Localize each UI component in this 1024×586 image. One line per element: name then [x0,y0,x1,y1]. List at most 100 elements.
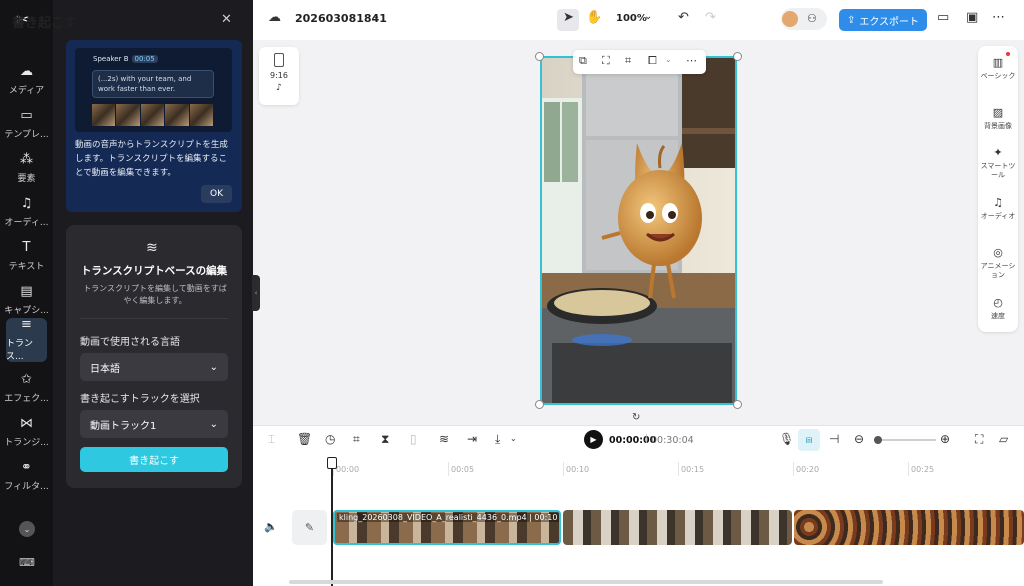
rail-transcript[interactable]: ≡ トランス... [6,318,47,362]
export-button[interactable]: ⇪ エクスポート [839,9,927,31]
undo-icon[interactable]: ↶ [678,10,689,25]
video-clip-1[interactable]: kling_20260308_VIDEO_A_realisti_4436_0.m… [333,510,561,545]
mirror-icon[interactable]: ⧗ [381,432,389,447]
tool-speed[interactable]: ◴ 速度 [978,296,1018,321]
fit-timeline-icon[interactable]: ⛶ [975,432,983,447]
resize-handle[interactable] [733,400,742,409]
video-frame [542,58,735,403]
play-button[interactable]: ▶ [584,430,603,449]
cloud-upload-icon: ☁ [20,63,33,79]
track-label: 書き起こすトラックを選択 [80,394,200,405]
rotate-icon[interactable]: ↻ [632,412,640,423]
hand-icon[interactable]: ✋ [586,10,602,25]
effects-icon: ✩ [21,371,32,387]
crop-icon[interactable]: ⌗ [353,432,360,447]
rail-text[interactable]: T テキスト [0,234,53,278]
tool-animation[interactable]: ◎ アニメーション [978,246,1018,280]
transition-icon: ⋈ [20,415,33,431]
ratio-label: 9:16 [270,71,288,80]
playhead[interactable] [331,460,333,586]
clip-name: kling_20260308_VIDEO_A_realisti_4436_0.m… [337,513,559,522]
rail-template[interactable]: ▭ テンプレ... [0,102,53,146]
freeze-icon[interactable]: ◷ [325,432,335,446]
microphone-icon[interactable]: 🎙 [779,432,794,446]
basic-icon: ▥ [992,56,1004,69]
more-icon[interactable]: ⋯ [686,54,697,67]
filter-icon: ⚭ [21,459,32,475]
horizontal-scrollbar[interactable] [289,580,883,584]
resize-handle[interactable] [535,52,544,61]
reverse-icon[interactable]: ▯ [410,432,417,446]
video-clip-2[interactable] [563,510,792,545]
add-user-icon[interactable]: ⚇ [807,12,817,25]
ruler-label: 00:00 [336,465,360,474]
more-icon[interactable]: ⋯ [992,10,1005,25]
rail-elements[interactable]: ⁂ 要素 [0,146,53,190]
snap-toggle[interactable]: ⩎ [798,429,820,451]
crop-icon[interactable]: ⌗ [625,54,631,68]
replace-icon[interactable]: ⧉ [579,54,587,68]
resize-handle[interactable] [535,400,544,409]
zoom-in-icon[interactable]: ⊕ [940,432,950,446]
present-icon[interactable]: ▭ [937,10,949,25]
timeline-zoom-slider[interactable] [874,436,936,444]
redo-icon[interactable]: ↷ [705,10,716,25]
total-time: 00:30:04 [651,435,694,446]
tool-background[interactable]: ▨ 背景画像 [978,106,1018,131]
download-icon[interactable]: ⤓ [495,432,500,447]
slider-knob[interactable] [874,436,882,444]
split-icon[interactable]: ⌶ [268,432,275,447]
ruler-label: 00:20 [796,465,820,474]
collapse-panel-handle[interactable]: ‹ [252,275,260,311]
tool-audio[interactable]: ♫ オーディオ [978,196,1018,221]
rail-audio[interactable]: ♫ オーディ... [0,190,53,234]
rail-captions[interactable]: ▤ キャプシ... [0,278,53,322]
resize-handle[interactable] [733,52,742,61]
track-select[interactable]: 動画トラック1 ⌄ [80,410,228,438]
aspect-ratio-picker[interactable]: 9:16 ♪ [259,47,299,105]
layout-icon[interactable]: ▣ [966,10,978,25]
video-clip-3[interactable] [794,510,1024,545]
split-track-icon[interactable]: ⊣ [829,432,839,446]
rail-filter[interactable]: ⚭ フィルタ... [0,454,53,498]
playhead-handle[interactable] [327,457,337,469]
language-select[interactable]: 日本語 ⌄ [80,353,228,381]
tip-text: 動画の音声からトランスクリプトを生成します。トランスクリプトを編集することで動画… [75,140,228,178]
rail-media[interactable]: ☁ メディア [0,58,53,102]
zoom-out-icon[interactable]: ⊖ [854,432,864,446]
transcript-icon[interactable]: ≋ [439,432,449,446]
trim-icon[interactable]: ⇥ [467,432,477,446]
speaker-icon[interactable]: 🔈 [264,520,278,533]
chevron-down-icon[interactable]: ⌄ [665,55,672,64]
chevron-down-icon[interactable]: ⌄ [644,11,652,22]
smart-tool-icon: ✦ [993,146,1003,159]
tool-basic[interactable]: ▥ ベーシック [978,56,1018,81]
cloud-sync-icon[interactable]: ☁ [268,10,281,25]
expand-rail-button[interactable]: ⌄ [19,521,35,537]
current-time: 00:00:00 [609,435,657,446]
avatar[interactable] [782,11,798,27]
chevron-down-icon: ⌄ [209,418,218,430]
ok-button[interactable]: OK [201,185,232,203]
magnet-icon: ⩎ [805,433,813,446]
transcribe-button[interactable]: 書き起こす [80,447,228,472]
edit-track-button[interactable]: ✎ [292,510,327,545]
transcript-icon: ≡ [21,317,32,332]
ruler-label: 00:25 [911,465,935,474]
transcript-edit-icon: ≋ [146,240,158,256]
close-panel-icon[interactable]: ✕ [221,12,232,27]
pencil-icon: ✎ [304,521,315,534]
tool-smart[interactable]: ✦ スマートツール [978,146,1018,180]
feedback-icon[interactable]: ▱ [999,432,1008,446]
rail-transition[interactable]: ⋈ トランジ... [0,410,53,454]
video-preview[interactable] [540,56,737,405]
fit-icon[interactable]: ⛶ [602,54,610,68]
chevron-down-icon[interactable]: ⌄ [372,11,380,22]
layer-icon[interactable]: ⧠ [648,54,657,68]
keyboard-icon[interactable]: ⌨ [19,556,35,569]
cursor-icon[interactable]: ➤ [563,10,574,25]
rail-effects[interactable]: ✩ エフェク... [0,366,53,410]
zoom-level[interactable]: 100% [616,13,647,24]
chevron-down-icon[interactable]: ⌄ [510,434,517,443]
delete-icon[interactable]: 🗑 [297,432,312,446]
